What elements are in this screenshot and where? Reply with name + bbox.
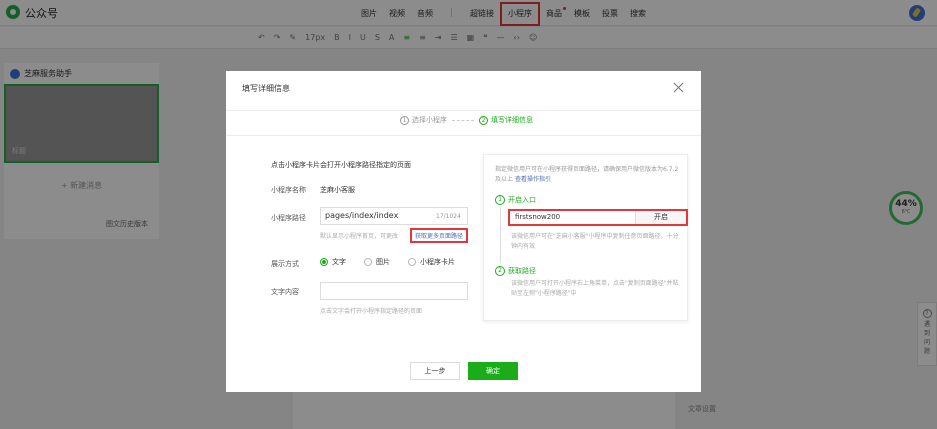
radio-icon xyxy=(408,258,416,266)
display-option-image[interactable]: 图片 xyxy=(364,257,390,267)
step-1-number: 1 xyxy=(400,115,409,125)
enable-button[interactable]: 开启 xyxy=(636,211,686,224)
text-content-tip: 点击文字会打开小程序指定路径的页面 xyxy=(320,308,423,315)
display-option-text[interactable]: 文字 xyxy=(320,257,346,267)
card-hint: 点击小程序卡片会打开小程序路径指定的页面 xyxy=(271,161,411,169)
display-option-card-label: 小程序卡片 xyxy=(420,258,455,266)
step-1: 1 选择小程序 xyxy=(400,115,447,125)
path-tip: 默认显示小程序首页，可更改 xyxy=(320,233,399,240)
display-mode-options: 文字 图片 小程序卡片 xyxy=(320,257,455,267)
step-2-label: 填写详细信息 xyxy=(491,116,533,124)
get-more-paths-link[interactable]: 获取更多页面路径 xyxy=(410,228,469,243)
steps-divider xyxy=(226,135,701,136)
guide-step-2-note: 该微信用户可打开小程序右上角菜单，点击"复制页面路径"并粘贴至左侧"小程序路径"… xyxy=(511,280,679,297)
miniprogram-dialog: 填写详细信息 1 选择小程序 2 填写详细信息 点击小程序卡片会打开小程序路径指… xyxy=(226,71,701,392)
step-indicator: 1 选择小程序 2 填写详细信息 xyxy=(400,115,533,125)
operation-guide-link[interactable]: 查看操作指引 xyxy=(515,176,551,183)
guide-step-1-number: 1 xyxy=(495,195,505,205)
guide-step-1-title: 开启入口 xyxy=(508,196,536,204)
dialog-divider xyxy=(226,110,701,111)
step-connector xyxy=(452,119,474,121)
guide-step-2-title: 获取路径 xyxy=(508,267,536,275)
dialog-title: 填写详细信息 xyxy=(242,84,290,93)
confirm-button[interactable]: 确定 xyxy=(468,362,518,380)
guide-connector xyxy=(500,207,501,263)
step-2: 2 填写详细信息 xyxy=(479,115,533,125)
display-option-image-label: 图片 xyxy=(376,258,390,266)
text-content-input[interactable] xyxy=(320,282,468,300)
display-option-text-label: 文字 xyxy=(332,258,346,266)
radio-selected-icon xyxy=(320,258,328,266)
guide-step-1-note: 该微信用户可在"芝麻小客服"小程序中复制任意页面路径，十分钟内有效 xyxy=(511,233,679,250)
prev-step-button[interactable]: 上一步 xyxy=(410,362,460,380)
radio-icon xyxy=(364,258,372,266)
guide-step-2-number: 2 xyxy=(495,266,505,276)
display-option-card[interactable]: 小程序卡片 xyxy=(408,257,455,267)
step-1-label: 选择小程序 xyxy=(412,116,447,124)
wechat-id-input[interactable]: firstsnow200 xyxy=(510,211,636,224)
step-2-number: 2 xyxy=(479,115,488,125)
path-char-counter: 17/1024 xyxy=(436,213,461,220)
guide-description: 指定微信用户可在小程序获得页面路径，请确保用户微信版本为6.7.2及以上 查看操… xyxy=(495,165,679,185)
close-icon[interactable] xyxy=(673,81,685,93)
guide-step-1: 1 开启入口 xyxy=(495,195,536,205)
wechat-id-field: firstsnow200 开启 xyxy=(508,209,688,226)
miniprogram-name-value: 芝麻小客服 xyxy=(320,186,355,194)
guide-step-2: 2 获取路径 xyxy=(495,266,536,276)
path-guide-panel: 指定微信用户可在小程序获得页面路径，请确保用户微信版本为6.7.2及以上 查看操… xyxy=(483,154,688,321)
